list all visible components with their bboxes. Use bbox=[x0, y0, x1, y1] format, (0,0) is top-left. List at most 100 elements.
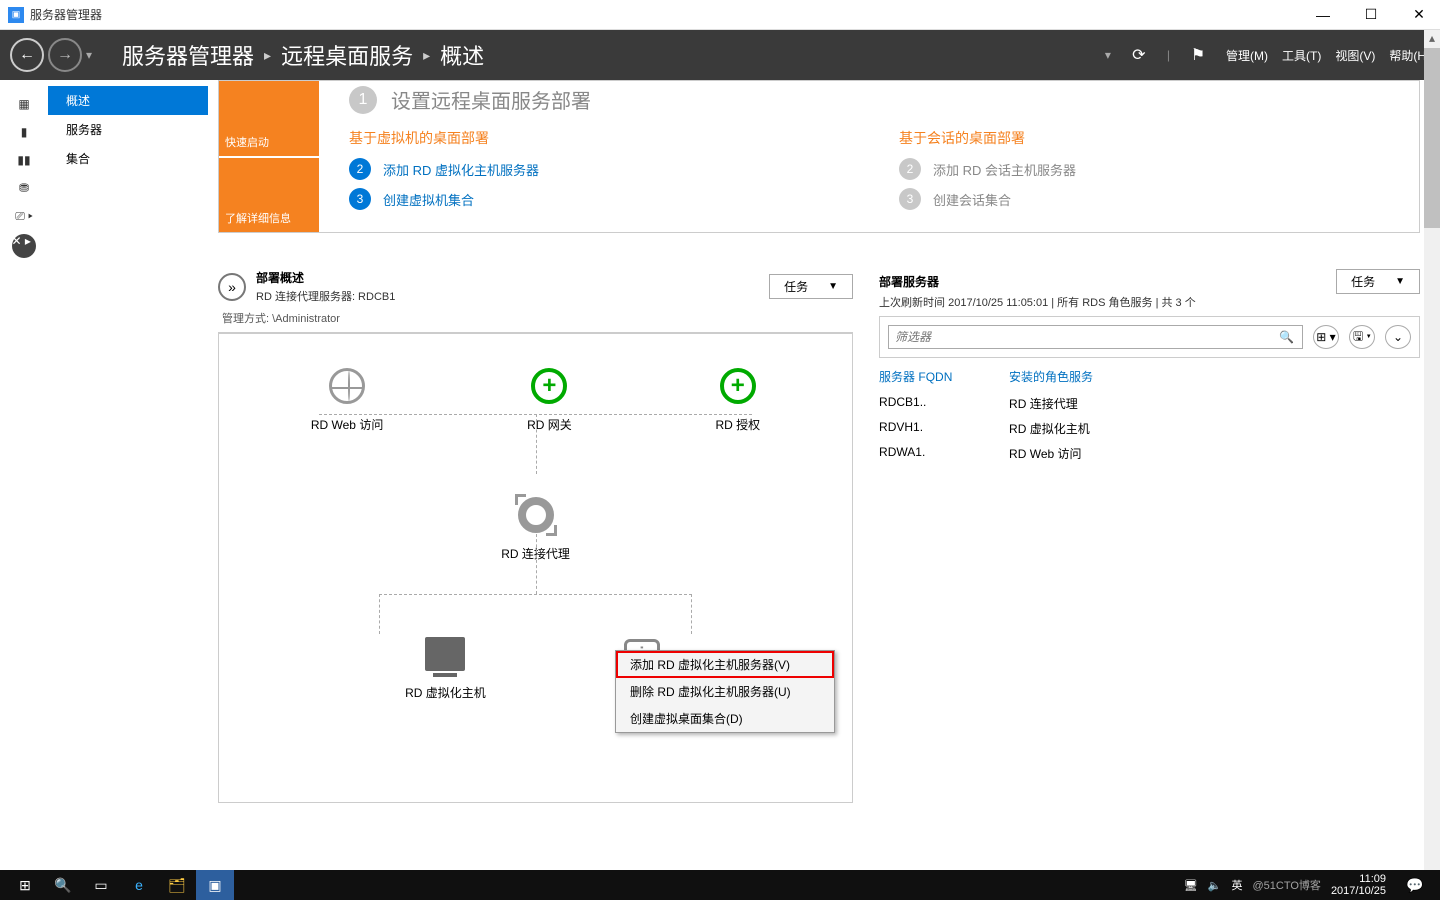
sidebar: 概述 服务器 集合 bbox=[48, 80, 208, 870]
deployment-diagram: RD Web 访问 +RD 网关 +RD 授权 RD 连接代理 RD 虚拟化主机… bbox=[218, 333, 853, 803]
rail-local-icon[interactable]: ▮ bbox=[0, 118, 48, 146]
node-rd-web[interactable]: RD Web 访问 bbox=[311, 364, 383, 433]
scroll-up-icon[interactable]: ▴ bbox=[1424, 30, 1440, 46]
col-role[interactable]: 安装的角色服务 bbox=[1009, 368, 1093, 385]
link-add-vhost[interactable]: 添加 RD 虚拟化主机服务器 bbox=[383, 160, 539, 179]
col-fqdn[interactable]: 服务器 FQDN bbox=[879, 368, 1009, 385]
ctx-add-vhost[interactable]: 添加 RD 虚拟化主机服务器(V) bbox=[616, 651, 834, 678]
tile-quick-start[interactable]: 快速启动 bbox=[219, 81, 319, 158]
broker-icon bbox=[518, 497, 554, 533]
app-icon: ▣ bbox=[8, 7, 24, 23]
ctx-create-collection[interactable]: 创建虚拟桌面集合(D) bbox=[616, 705, 834, 732]
link-create-session-collection: 创建会话集合 bbox=[933, 190, 1011, 209]
breadcrumb: 服务器管理器 ▸ 远程桌面服务 ▸ 概述 bbox=[122, 39, 484, 71]
rail-settings-icon[interactable]: ✕ ▸ bbox=[12, 234, 36, 258]
ie-icon[interactable]: e bbox=[120, 870, 158, 900]
link-create-vm-collection[interactable]: 创建虚拟机集合 bbox=[383, 190, 474, 209]
servers-title: 部署服务器 bbox=[879, 273, 939, 290]
context-menu: 添加 RD 虚拟化主机服务器(V) 删除 RD 虚拟化主机服务器(U) 创建虚拟… bbox=[615, 650, 835, 733]
tray-time[interactable]: 11:09 bbox=[1331, 873, 1386, 885]
rail-all-icon[interactable]: ▮▮ bbox=[0, 146, 48, 174]
menu-view[interactable]: 视图(V) bbox=[1335, 47, 1375, 64]
rail-dashboard-icon[interactable]: ▦ bbox=[0, 90, 48, 118]
filter-input[interactable] bbox=[889, 326, 1271, 348]
search-icon[interactable]: 🔍 bbox=[1271, 330, 1302, 344]
filter-save-icon[interactable]: 🖫 ▾ bbox=[1349, 325, 1375, 349]
menu-manage[interactable]: 管理(M) bbox=[1226, 47, 1268, 64]
table-row[interactable]: RDWA1.RD Web 访问 bbox=[879, 441, 1420, 466]
globe-icon bbox=[329, 368, 365, 404]
node-rd-licensing[interactable]: +RD 授权 bbox=[715, 364, 760, 433]
expand-icon[interactable]: ⌄ bbox=[1385, 325, 1411, 349]
refresh-icon[interactable]: ⟳ bbox=[1127, 43, 1151, 67]
taskbar: ⊞ 🔍 ▭ e 🗂 ▣ 🖥 🔈 英 @51CTO博客 11:09 2017/10… bbox=[0, 870, 1440, 900]
start-button[interactable]: ⊞ bbox=[6, 870, 44, 900]
sidebar-item-overview[interactable]: 概述 bbox=[48, 86, 208, 115]
node-rd-gateway[interactable]: +RD 网关 bbox=[527, 364, 572, 433]
notifications-icon[interactable]: 💬 bbox=[1396, 870, 1434, 900]
search-icon[interactable]: 🔍 bbox=[44, 870, 82, 900]
tile-learn-more[interactable]: 了解详细信息 bbox=[219, 158, 319, 233]
tray-volume-icon[interactable]: 🔈 bbox=[1208, 879, 1222, 892]
explorer-icon[interactable]: 🗂 bbox=[158, 870, 196, 900]
maximize-button[interactable]: ☐ bbox=[1358, 5, 1384, 25]
forward-button[interactable]: → bbox=[48, 38, 82, 72]
plus-icon: + bbox=[720, 368, 756, 404]
deployment-servers-panel: 部署服务器 任务▼ 上次刷新时间 2017/10/25 11:05:01 | 所… bbox=[879, 269, 1420, 803]
breadcrumb-rds[interactable]: 远程桌面服务 bbox=[281, 39, 413, 71]
chevron-right-icon: ▸ bbox=[423, 47, 430, 64]
expand-arrow-icon[interactable]: » bbox=[218, 273, 246, 301]
tasks-dropdown[interactable]: 任务▼ bbox=[769, 274, 853, 299]
scroll-thumb[interactable] bbox=[1424, 48, 1440, 228]
node-rd-vhost[interactable]: RD 虚拟化主机 bbox=[405, 632, 486, 701]
step-2-badge: 2 bbox=[899, 158, 921, 180]
manage-as-label: 管理方式: \Administrator bbox=[218, 304, 853, 333]
rail-rds-icon[interactable]: ⎚ ▸ bbox=[0, 202, 48, 230]
servers-tasks-dropdown[interactable]: 任务▼ bbox=[1336, 269, 1420, 294]
tray-ime[interactable]: 英 bbox=[1232, 877, 1243, 893]
sidebar-item-collections[interactable]: 集合 bbox=[48, 144, 208, 173]
breadcrumb-overview[interactable]: 概述 bbox=[440, 39, 484, 71]
icon-rail: ▦ ▮ ▮▮ ⛃ ⎚ ▸ ✕ ▸ bbox=[0, 80, 48, 870]
servers-info: 上次刷新时间 2017/10/25 11:05:01 | 所有 RDS 角色服务… bbox=[879, 294, 1420, 310]
main-content: 快速启动 了解详细信息 1 设置远程桌面服务部署 基于虚拟机的桌面部署 2 添加 … bbox=[208, 80, 1440, 870]
chevron-right-icon: ▸ bbox=[264, 47, 271, 64]
table-row[interactable]: RDVH1.RD 虚拟化主机 bbox=[879, 416, 1420, 441]
servers-table-header: 服务器 FQDN 安装的角色服务 bbox=[879, 358, 1420, 391]
step-1-badge: 1 bbox=[349, 86, 377, 114]
sidebar-item-servers[interactable]: 服务器 bbox=[48, 115, 208, 144]
back-button[interactable]: ← bbox=[10, 38, 44, 72]
session-deploy-title: 基于会话的桌面部署 bbox=[899, 128, 1389, 148]
flag-icon[interactable]: ⚑ bbox=[1186, 43, 1210, 67]
plus-icon: + bbox=[531, 368, 567, 404]
close-button[interactable]: ✕ bbox=[1406, 5, 1432, 25]
setup-panel: 快速启动 了解详细信息 1 设置远程桌面服务部署 基于虚拟机的桌面部署 2 添加 … bbox=[218, 80, 1420, 233]
breadcrumb-root[interactable]: 服务器管理器 bbox=[122, 39, 254, 71]
deploy-subtitle: RD 连接代理服务器: RDCB1 bbox=[256, 288, 395, 304]
step-2-badge: 2 bbox=[349, 158, 371, 180]
header-bar: ← → ▾ 服务器管理器 ▸ 远程桌面服务 ▸ 概述 ▾ ⟳ | ⚑ 管理(M)… bbox=[0, 30, 1440, 80]
step-1-title: 设置远程桌面服务部署 bbox=[391, 85, 591, 114]
vertical-scrollbar[interactable]: ▴ bbox=[1424, 30, 1440, 870]
titlebar: ▣ 服务器管理器 — ☐ ✕ bbox=[0, 0, 1440, 30]
tray-date[interactable]: 2017/10/25 bbox=[1331, 885, 1386, 897]
table-row[interactable]: RDCB1..RD 连接代理 bbox=[879, 391, 1420, 416]
tray-network-icon[interactable]: 🖥 bbox=[1184, 879, 1198, 892]
step-3-badge: 3 bbox=[349, 188, 371, 210]
rail-file-icon[interactable]: ⛃ bbox=[0, 174, 48, 202]
ctx-remove-vhost[interactable]: 删除 RD 虚拟化主机服务器(U) bbox=[616, 678, 834, 705]
vm-deploy-title: 基于虚拟机的桌面部署 bbox=[349, 128, 839, 148]
minimize-button[interactable]: — bbox=[1310, 5, 1336, 25]
filter-options-icon[interactable]: ⊞ ▾ bbox=[1313, 325, 1339, 349]
tray-watermark: @51CTO博客 bbox=[1253, 877, 1321, 893]
deployment-overview-panel: » 部署概述 RD 连接代理服务器: RDCB1 任务▼ 管理方式: \Admi… bbox=[218, 269, 853, 803]
host-icon bbox=[425, 637, 465, 671]
step-3-badge: 3 bbox=[899, 188, 921, 210]
task-view-icon[interactable]: ▭ bbox=[82, 870, 120, 900]
server-manager-taskbar-icon[interactable]: ▣ bbox=[196, 870, 234, 900]
window-title: 服务器管理器 bbox=[30, 6, 102, 23]
link-add-shost: 添加 RD 会话主机服务器 bbox=[933, 160, 1076, 179]
filter-bar: 🔍 ⊞ ▾ 🖫 ▾ ⌄ bbox=[879, 316, 1420, 358]
deploy-title: 部署概述 bbox=[256, 269, 395, 286]
menu-tools[interactable]: 工具(T) bbox=[1282, 47, 1321, 64]
